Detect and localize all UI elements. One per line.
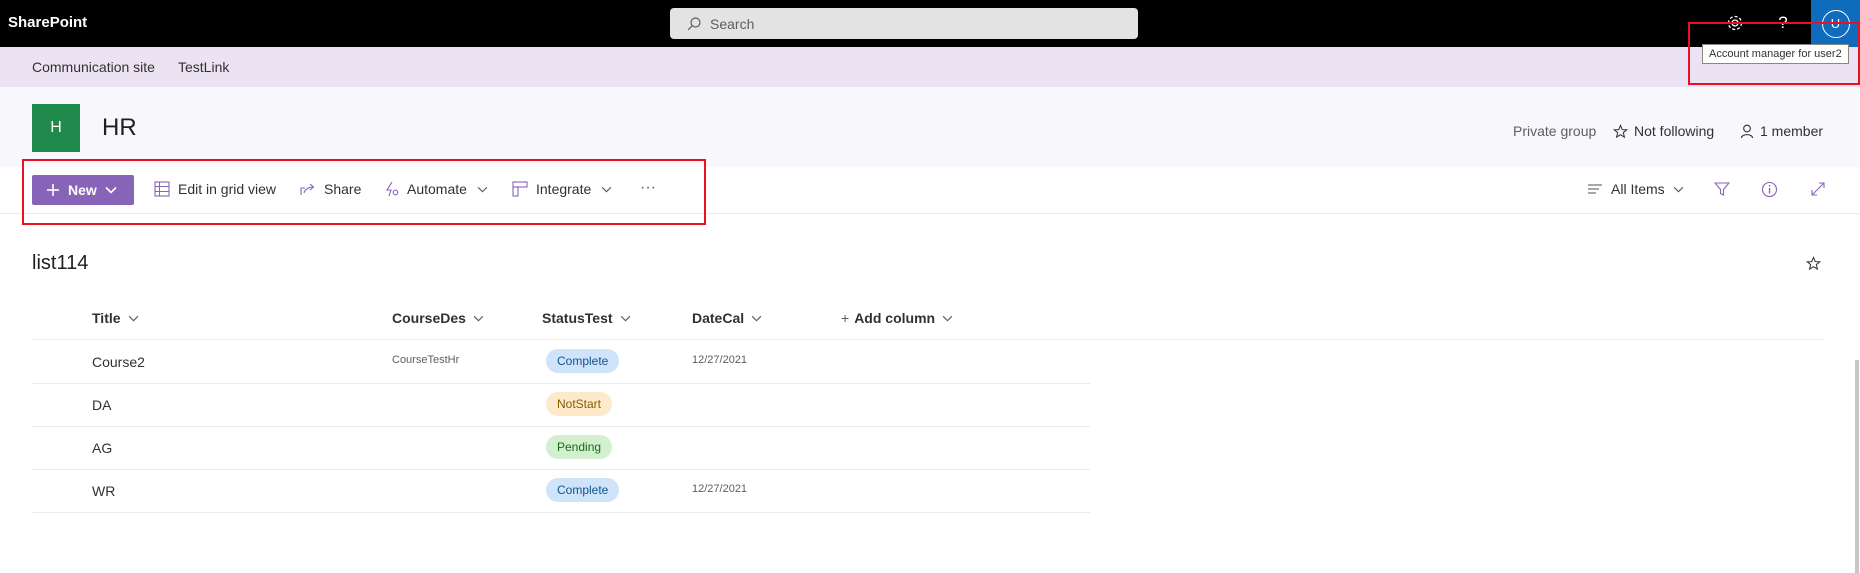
column-header-label: StatusTest [542, 310, 613, 326]
site-logo[interactable]: H [32, 104, 80, 152]
filter-icon[interactable] [1714, 181, 1738, 197]
person-icon [1740, 124, 1754, 138]
table-row[interactable]: WR Complete 12/27/2021 [32, 469, 1090, 513]
star-icon [1613, 123, 1628, 138]
chevron-down-icon [1673, 186, 1683, 192]
suite-bar: SharePoint Search ? U [0, 0, 1860, 47]
search-box[interactable]: Search [670, 8, 1138, 39]
privacy-label: Private group [1513, 123, 1597, 139]
chevron-down-icon [751, 315, 762, 321]
cell-title[interactable]: DA [92, 397, 111, 413]
status-badge: Pending [546, 435, 613, 459]
cell-title[interactable]: Course2 [92, 354, 145, 370]
app-brand[interactable]: SharePoint [8, 14, 87, 31]
list-view-icon [1588, 184, 1602, 194]
view-label: All Items [1611, 181, 1665, 197]
highlight-box-account [1688, 22, 1860, 85]
members-label: 1 member [1760, 123, 1824, 139]
cell-title[interactable]: WR [92, 483, 115, 499]
column-header-title[interactable]: Title [92, 310, 139, 326]
site-header: H HR Private group Not following 1 membe… [0, 87, 1860, 167]
table-row[interactable]: Course2 CourseTestHr Complete 12/27/2021 [32, 340, 1090, 384]
status-badge: Complete [546, 349, 620, 373]
column-header-statustest[interactable]: StatusTest [542, 310, 631, 326]
search-icon [687, 16, 701, 30]
cell-datecal: 12/27/2021 [692, 483, 748, 495]
hub-nav-communication-site[interactable]: Communication site [32, 59, 155, 75]
hub-navigation: Communication site TestLink [0, 47, 1860, 87]
info-icon[interactable] [1761, 181, 1786, 198]
plus-icon: + [841, 310, 850, 326]
follow-label: Not following [1634, 123, 1715, 139]
chevron-down-icon [620, 315, 630, 321]
follow-button[interactable]: Not following [1613, 123, 1714, 139]
expand-icon[interactable] [1810, 181, 1834, 197]
view-selector[interactable]: All Items [1587, 181, 1684, 197]
table-row[interactable]: AG Pending [32, 426, 1090, 470]
chevron-down-icon [942, 315, 953, 321]
cell-title[interactable]: AG [92, 440, 112, 456]
column-header-label: DateCal [692, 310, 745, 326]
column-header-coursedes[interactable]: CourseDes [392, 310, 484, 326]
list-title: list114 [32, 252, 89, 274]
column-header-datecal[interactable]: DateCal [692, 310, 762, 326]
vertical-scrollbar[interactable] [1855, 360, 1859, 573]
table-row[interactable]: DA NotStart [32, 383, 1090, 427]
chevron-down-icon [128, 315, 138, 321]
status-badge: Complete [546, 478, 620, 502]
column-header-label: CourseDes [392, 310, 466, 326]
cell-coursedes: CourseTestHr [392, 354, 460, 366]
column-header-label: Title [92, 310, 121, 326]
favorite-star-icon[interactable] [1805, 256, 1822, 276]
status-badge: NotStart [546, 392, 613, 416]
add-column-button[interactable]: + Add column [841, 310, 953, 326]
highlight-box-command-bar [22, 159, 706, 225]
chevron-down-icon [473, 315, 484, 321]
hub-nav-testlink[interactable]: TestLink [178, 59, 229, 75]
search-placeholder: Search [710, 15, 755, 32]
cell-datecal: 12/27/2021 [692, 354, 748, 366]
site-title[interactable]: HR [102, 114, 137, 142]
add-column-label: Add column [854, 310, 936, 326]
members-button[interactable]: 1 member [1740, 123, 1823, 139]
